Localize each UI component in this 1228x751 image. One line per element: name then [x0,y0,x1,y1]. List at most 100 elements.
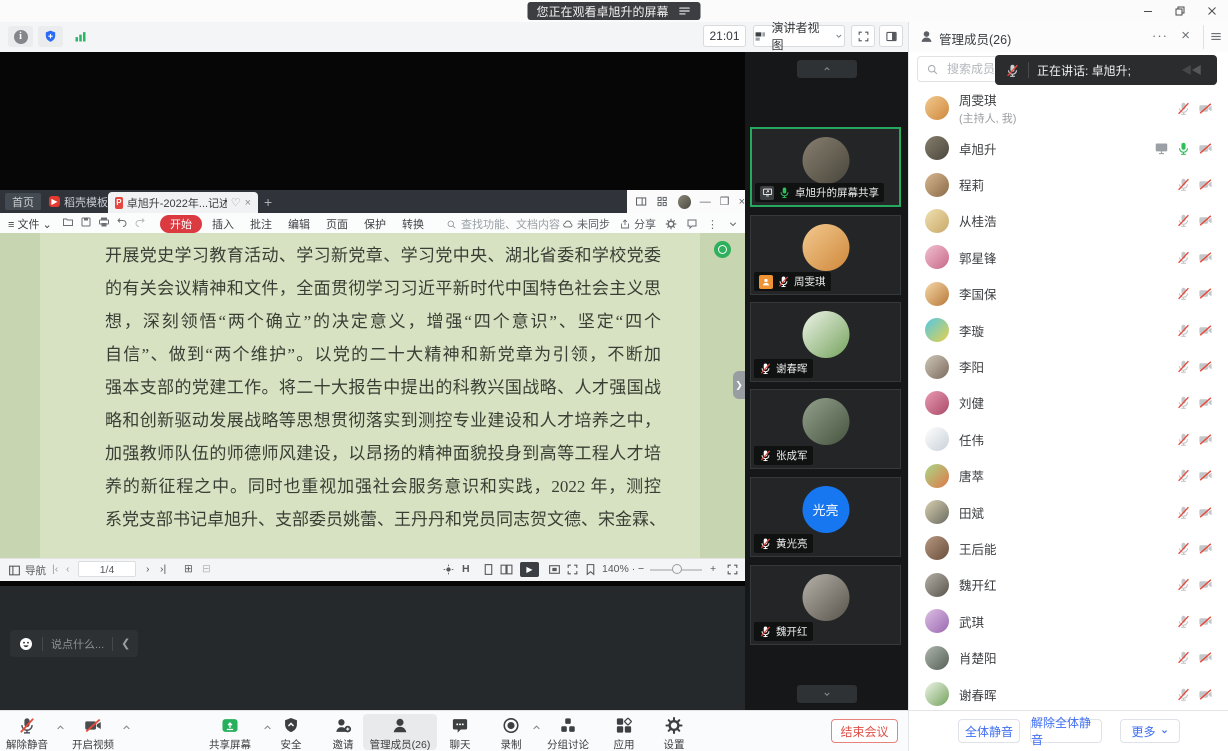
toolbar-members-button[interactable]: 管理成员(26) [363,714,437,750]
member-row[interactable]: 郭星锋 [909,239,1228,275]
toolbar-shield-button[interactable]: 安全 [275,714,307,750]
toolbar-breakout-button[interactable]: 分组讨论 [540,714,596,750]
member-row[interactable]: 唐萃 [909,458,1228,494]
list-lines-icon[interactable] [678,4,692,18]
folder-icon[interactable] [62,216,74,228]
single-page-icon[interactable] [482,563,495,576]
member-row[interactable]: 谢春晖 [909,676,1228,710]
menu-file[interactable]: ≡ 文件 ⌄ [8,216,52,232]
undo-icon[interactable] [116,216,128,228]
panel-more-icon[interactable]: ··· [1152,28,1168,43]
first-page-button[interactable]: |‹ [52,563,58,575]
more-button[interactable]: 更多 [1120,719,1180,743]
toolbar-mic-off-button[interactable]: 解除静音 [3,714,51,750]
two-page-icon[interactable] [500,563,513,576]
menu-item-4[interactable]: 保护 [364,216,386,232]
prev-page-button[interactable]: ‹ [66,563,70,575]
apps-grid-icon[interactable] [656,195,668,208]
member-row[interactable]: 李国保 [909,276,1228,312]
video-tile[interactable]: 谢春晖 [750,302,901,382]
eye-care-icon[interactable] [442,563,455,576]
toolbar-invite-button[interactable]: 邀请 [327,714,359,750]
network-signal-icon[interactable] [68,26,93,47]
unmute-all-button[interactable]: 解除全体静音 [1030,719,1102,743]
fit-width-icon[interactable] [566,563,579,576]
video-tile[interactable]: 周雯琪 [750,215,901,295]
panel-close-icon[interactable]: × [1181,27,1190,44]
chevron-up-icon[interactable] [55,722,66,733]
member-row[interactable]: 武琪 [909,603,1228,639]
sync-status[interactable]: 未同步 [562,216,610,232]
zoom-out-button[interactable]: − [638,563,644,575]
toolbar-apps-button[interactable]: 应用 [608,714,640,750]
toolbar-chat-button[interactable]: 聊天 [444,714,476,750]
page-indicator[interactable]: 1/4 [78,561,136,577]
toolbar-share-screen-button[interactable]: 共享屏幕 [202,714,258,750]
member-row[interactable]: 李阳 [909,348,1228,384]
side-panel-handle[interactable]: ❯ [733,371,745,399]
gear-icon[interactable] [665,218,677,230]
wps-minimize-button[interactable]: — [700,196,711,208]
menu-start-tab[interactable]: 开始 [160,215,202,233]
fullscreen-button[interactable] [851,25,875,47]
new-tab-icon[interactable]: + [264,194,272,210]
tab-home[interactable]: 首页 [5,193,41,210]
fit-page-icon[interactable] [548,563,561,576]
menu-item-5[interactable]: 转换 [402,216,424,232]
menu-item-1[interactable]: 批注 [250,216,272,232]
video-tile[interactable]: 魏开红 [750,565,901,645]
restore-button[interactable] [1174,5,1186,17]
toolbar-gear-button[interactable]: 设置 [658,714,690,750]
hamburger-menu-icon[interactable] [1209,29,1223,44]
wps-search[interactable]: 查找功能、文档内容 [446,216,560,232]
tab-docer[interactable]: ▶ 稻壳模板 [42,193,115,210]
tab-document[interactable]: P 卓旭升-2022年...记述职报告.pdf ♡ × [108,192,258,213]
video-tile[interactable]: 光亮黄光亮 [750,477,901,557]
zoom-in-button[interactable]: + [710,563,716,575]
comment-icon[interactable] [686,218,698,230]
reading-layout-icon[interactable] [635,195,647,208]
member-row[interactable]: 周雯琪(主持人, 我) [909,86,1228,130]
view-mode-button[interactable]: 演讲者视图 [753,25,845,47]
member-row[interactable]: 李璇 [909,312,1228,348]
collapse-chat-icon[interactable]: ❮ [121,637,130,650]
remove-page-button[interactable]: ⊟ [202,563,211,575]
print-icon[interactable] [98,216,110,228]
next-page-button[interactable]: › [146,563,150,575]
share-button[interactable]: 分享 [619,216,656,232]
eye-protection-badge[interactable] [714,241,731,258]
member-row[interactable]: 肖楚阳 [909,639,1228,675]
chevron-up-icon[interactable] [262,722,273,733]
mute-all-button[interactable]: 全体静音 [958,719,1020,743]
watching-banner[interactable]: 您正在观看卓旭升的屏幕 [527,2,700,20]
meeting-info-icon[interactable]: i [8,26,33,47]
close-icon[interactable] [1206,5,1218,17]
member-row[interactable]: 王后能 [909,530,1228,566]
wps-restore-button[interactable]: ❐ [720,195,730,208]
menu-item-3[interactable]: 页面 [326,216,348,232]
emoji-icon[interactable] [18,636,34,652]
minimize-button[interactable] [1142,5,1154,17]
zoom-level[interactable]: 140% · [602,563,635,575]
chat-input-placeholder[interactable]: 说点什么... [51,636,104,652]
menu-item-2[interactable]: 编辑 [288,216,310,232]
toolbar-record-button[interactable]: 录制 [495,714,527,750]
tooltip-arrows-icon[interactable] [1177,62,1207,78]
save-icon[interactable] [80,216,92,228]
insert-page-button[interactable]: ⊞ [184,563,193,575]
member-row[interactable]: 程莉 [909,166,1228,202]
quick-chat-pill[interactable]: 说点什么... ❮ [10,630,138,657]
kebab-menu-icon[interactable]: ⋮ [707,218,718,231]
member-row[interactable]: 任伟 [909,421,1228,457]
nav-pane-toggle[interactable]: 导航 [8,563,46,578]
play-presentation-button[interactable]: ▶ [520,562,539,577]
member-row[interactable]: 从桂浩 [909,203,1228,239]
security-shield-icon[interactable] [38,26,63,47]
scroll-up-button[interactable] [797,60,857,78]
scroll-down-button[interactable] [797,685,857,703]
video-tile[interactable]: 张成军 [750,389,901,469]
last-page-button[interactable]: ›| [160,563,166,575]
document-page[interactable]: 开展党史学习教育活动、学习新党章、学习党中央、湖北省委和学校党委的有关会议精神和… [40,233,700,558]
favorite-heart-icon[interactable]: ♡ [231,196,241,209]
zoom-slider-knob[interactable] [672,564,682,574]
